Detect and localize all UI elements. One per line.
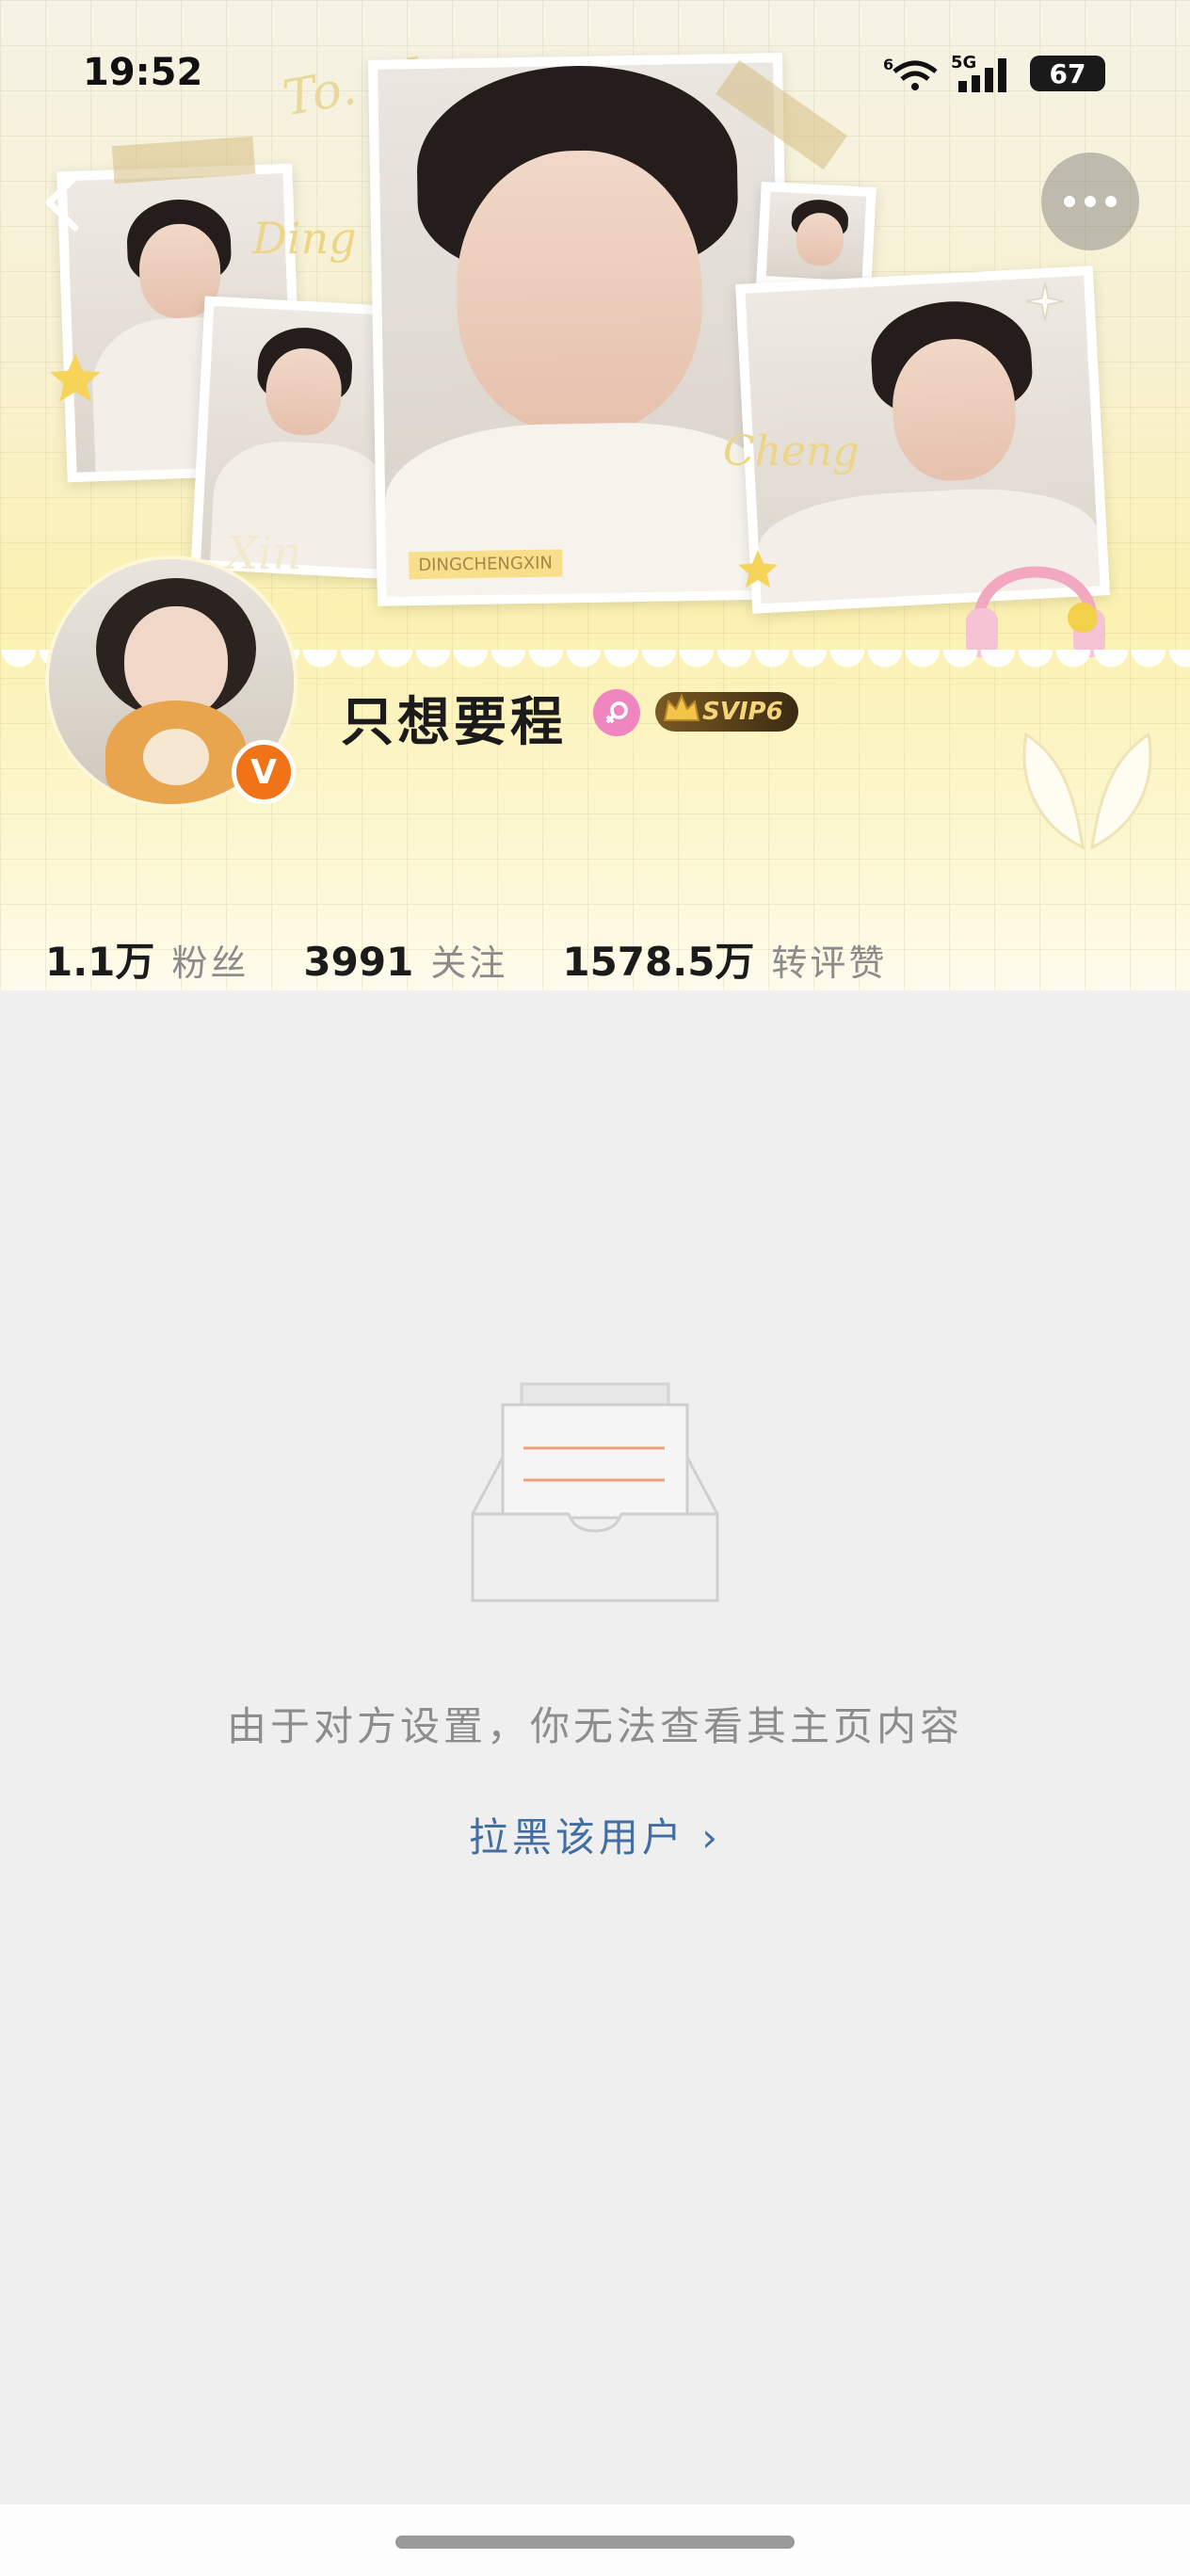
stat-label: 转评赞: [771, 942, 888, 984]
stat-value: 1.1万: [45, 939, 155, 985]
cover-caption: DINGCHENGXIN: [409, 549, 563, 580]
headphones-decor-icon: [966, 566, 1105, 657]
cover-word-cheng: Cheng: [723, 427, 860, 475]
wifi-icon: 6: [883, 56, 938, 90]
restricted-message: 由于对方设置，你无法查看其主页内容: [226, 1703, 963, 1749]
stat-label: 粉丝: [171, 942, 249, 984]
network-type: 5G: [951, 53, 976, 72]
star-icon: [738, 550, 778, 588]
stat-likes[interactable]: 1578.5万 转评赞: [562, 930, 887, 988]
block-user-link[interactable]: 拉黑该用户 ›: [0, 1806, 1190, 1863]
stat-followers[interactable]: 1.1万 粉丝: [45, 930, 249, 988]
battery-icon: 67: [1030, 56, 1105, 91]
stats-row: 1.1万 粉丝 3991 关注 1578.5万 转评赞: [45, 930, 941, 988]
more-icon: [1064, 196, 1075, 207]
more-button[interactable]: [1041, 153, 1139, 250]
stat-following[interactable]: 3991 关注: [303, 934, 507, 986]
wings-decor-icon: [1022, 732, 1152, 850]
verified-badge: V: [232, 740, 296, 804]
home-indicator[interactable]: [395, 2536, 795, 2549]
wifi-level: 6: [883, 56, 893, 73]
status-bar: 19:52 6 5G 67: [0, 0, 1190, 151]
sparkle-icon: [1026, 282, 1064, 320]
star-icon: [50, 353, 101, 402]
svip-badge[interactable]: SVIP6: [655, 692, 798, 732]
username: 只想要程: [341, 692, 567, 753]
stat-value: 3991: [303, 939, 414, 985]
stat-label: 关注: [430, 942, 508, 984]
stat-value: 1578.5万: [562, 939, 755, 985]
back-button[interactable]: [38, 169, 94, 235]
status-icons: 6 5G 67: [883, 53, 1105, 94]
cover-photo-tiny: [756, 181, 876, 292]
status-time: 19:52: [83, 51, 203, 94]
crown-icon: [663, 693, 700, 721]
back-icon: [45, 173, 79, 232]
signal-icon: 5G: [951, 53, 1006, 92]
female-icon: [593, 689, 640, 736]
svip-label: SVIP6: [702, 698, 783, 726]
cover-word-ding: Ding: [252, 213, 357, 264]
empty-inbox-icon: [471, 1382, 719, 1602]
